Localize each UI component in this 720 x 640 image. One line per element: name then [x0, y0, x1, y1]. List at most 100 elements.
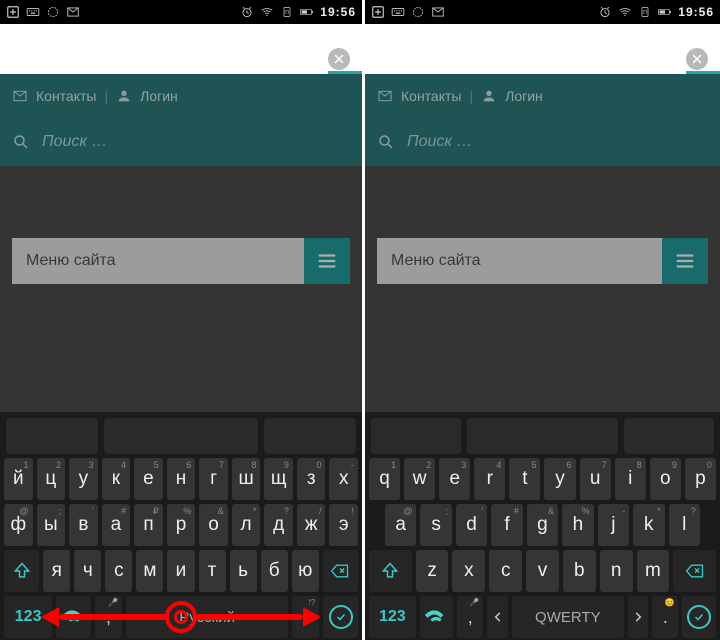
- key-е[interactable]: е5: [134, 458, 163, 500]
- key-m[interactable]: m: [637, 550, 670, 592]
- search-input[interactable]: Поиск …: [42, 133, 107, 151]
- backspace-key[interactable]: [323, 550, 358, 592]
- suggestion-slot[interactable]: [104, 418, 258, 454]
- key-ь[interactable]: ь: [230, 550, 257, 592]
- key-а[interactable]: а#: [102, 504, 131, 546]
- key-ю[interactable]: ю: [292, 550, 319, 592]
- key-f[interactable]: f#: [491, 504, 522, 546]
- shift-key[interactable]: [4, 550, 39, 592]
- key-u[interactable]: u7: [580, 458, 611, 500]
- enter-key[interactable]: [682, 596, 716, 638]
- key-к[interactable]: к4: [102, 458, 131, 500]
- space-key[interactable]: Русский: [126, 596, 288, 638]
- key-p[interactable]: p0: [685, 458, 716, 500]
- numeric-key[interactable]: 123: [4, 596, 52, 638]
- comma-key[interactable]: ,🎤: [457, 596, 483, 638]
- suggestion-slot[interactable]: [371, 418, 461, 454]
- key-ы[interactable]: ы;: [37, 504, 66, 546]
- shift-key[interactable]: [369, 550, 412, 592]
- numeric-key[interactable]: 123: [369, 596, 416, 638]
- key-д[interactable]: д?: [264, 504, 293, 546]
- swiftkey-logo-key[interactable]: [420, 596, 454, 638]
- key-i[interactable]: i8: [615, 458, 646, 500]
- site-menu-bar[interactable]: Меню сайта: [377, 238, 708, 284]
- key-н[interactable]: н6: [167, 458, 196, 500]
- key-м[interactable]: м: [136, 550, 163, 592]
- key-r[interactable]: r4: [474, 458, 505, 500]
- screenshot-left: П 19:56 Контакты | Логин Поиск … Меню са…: [0, 0, 362, 640]
- key-щ[interactable]: щ9: [264, 458, 293, 500]
- key-л[interactable]: л*: [232, 504, 261, 546]
- period-key[interactable]: .😊: [652, 596, 678, 638]
- key-р[interactable]: р%: [167, 504, 196, 546]
- key-l[interactable]: l?: [669, 504, 700, 546]
- key-g[interactable]: g&: [527, 504, 558, 546]
- key-n[interactable]: n: [600, 550, 633, 592]
- period-key[interactable]: .!?: [292, 596, 319, 638]
- nav-login-link[interactable]: Логин: [505, 88, 543, 104]
- key-з[interactable]: з0: [297, 458, 326, 500]
- key-в[interactable]: в': [69, 504, 98, 546]
- key-x[interactable]: x: [452, 550, 485, 592]
- site-menu-bar[interactable]: Меню сайта: [12, 238, 350, 284]
- enter-key[interactable]: [323, 596, 358, 638]
- chevron-left-key[interactable]: [487, 596, 508, 638]
- nav-login-link[interactable]: Логин: [140, 88, 178, 104]
- key-t[interactable]: t5: [509, 458, 540, 500]
- user-icon: [481, 88, 497, 104]
- suggestion-slot[interactable]: [467, 418, 617, 454]
- key-с[interactable]: с: [105, 550, 132, 592]
- key-ц[interactable]: ц2: [37, 458, 66, 500]
- key-q[interactable]: q1: [369, 458, 400, 500]
- key-ч[interactable]: ч: [74, 550, 101, 592]
- hamburger-button[interactable]: [662, 238, 708, 284]
- key-y[interactable]: y6: [544, 458, 575, 500]
- wifi-icon: [260, 5, 274, 19]
- suggestion-slot[interactable]: [624, 418, 714, 454]
- space-key[interactable]: QWERTY: [512, 596, 624, 638]
- search-input[interactable]: Поиск …: [407, 133, 472, 151]
- key-d[interactable]: d': [456, 504, 487, 546]
- status-clock: 19:56: [320, 5, 356, 19]
- suggestion-slot[interactable]: [264, 418, 356, 454]
- chevron-right-key[interactable]: [628, 596, 649, 638]
- key-o[interactable]: o9: [650, 458, 681, 500]
- key-k[interactable]: k*: [633, 504, 664, 546]
- mail-icon: [431, 5, 445, 19]
- key-j[interactable]: j-: [598, 504, 629, 546]
- key-э[interactable]: э!: [329, 504, 358, 546]
- key-й[interactable]: й1: [4, 458, 33, 500]
- nav-contacts-link[interactable]: Контакты: [36, 88, 96, 104]
- key-х[interactable]: х-: [329, 458, 358, 500]
- key-г[interactable]: г7: [199, 458, 228, 500]
- user-icon: [116, 88, 132, 104]
- key-e[interactable]: e3: [439, 458, 470, 500]
- key-c[interactable]: c: [489, 550, 522, 592]
- key-ф[interactable]: ф@: [4, 504, 33, 546]
- key-h[interactable]: h%: [562, 504, 593, 546]
- swiftkey-logo-key[interactable]: [56, 596, 91, 638]
- key-у[interactable]: у3: [69, 458, 98, 500]
- key-b[interactable]: b: [563, 550, 596, 592]
- key-я[interactable]: я: [43, 550, 70, 592]
- key-s[interactable]: s;: [420, 504, 451, 546]
- key-т[interactable]: т: [199, 550, 226, 592]
- nav-contacts-link[interactable]: Контакты: [401, 88, 461, 104]
- key-о[interactable]: о&: [199, 504, 228, 546]
- key-ш[interactable]: ш8: [232, 458, 261, 500]
- key-a[interactable]: a@: [385, 504, 416, 546]
- clear-url-button[interactable]: [686, 48, 708, 70]
- suggestion-slot[interactable]: [6, 418, 98, 454]
- key-v[interactable]: v: [526, 550, 559, 592]
- hamburger-button[interactable]: [304, 238, 350, 284]
- key-z[interactable]: z: [416, 550, 449, 592]
- key-w[interactable]: w2: [404, 458, 435, 500]
- key-ж[interactable]: ж/: [297, 504, 326, 546]
- key-б[interactable]: б: [261, 550, 288, 592]
- backspace-key[interactable]: [673, 550, 716, 592]
- keyboard-icon: [26, 5, 40, 19]
- key-п[interactable]: п₽: [134, 504, 163, 546]
- key-и[interactable]: и: [167, 550, 194, 592]
- comma-key[interactable]: ,🎤: [95, 596, 122, 638]
- clear-url-button[interactable]: [328, 48, 350, 70]
